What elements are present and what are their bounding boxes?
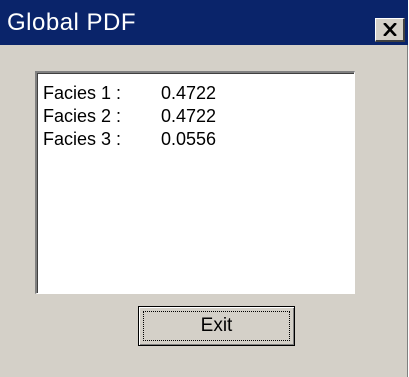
exit-button-label: Exit — [200, 315, 233, 336]
dialog-window: Global PDF Facies 1 : 0.4722 Facies 2 : … — [0, 0, 408, 377]
facies-label: Facies 3 : — [43, 129, 122, 149]
facies-value: 0.0556 — [161, 129, 217, 149]
window-title: Global PDF — [7, 9, 137, 36]
close-icon — [382, 23, 397, 36]
exit-button[interactable]: Exit — [138, 306, 295, 346]
close-button[interactable] — [375, 18, 405, 42]
facies-value: 0.4722 — [161, 106, 217, 126]
facies-label: Facies 1 : — [43, 83, 122, 103]
facies-value: 0.4722 — [161, 83, 217, 103]
pdf-list-box[interactable]: Facies 1 : 0.4722 Facies 2 : 0.4722 Faci… — [35, 71, 355, 294]
title-bar[interactable]: Global PDF — [0, 0, 408, 45]
facies-label: Facies 2 : — [43, 106, 122, 126]
